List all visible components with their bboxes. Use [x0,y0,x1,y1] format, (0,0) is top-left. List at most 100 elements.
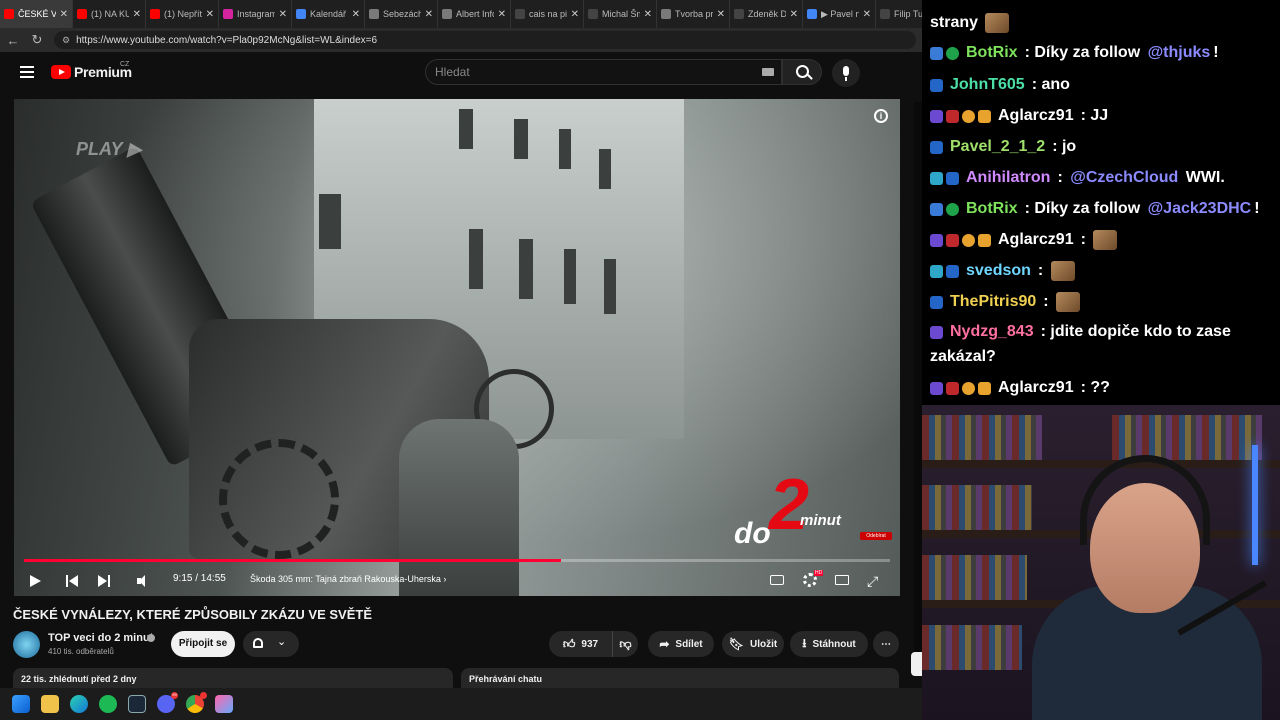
tab-cais[interactable]: cais na pivo ✕ [511,0,584,28]
close-tab-icon[interactable]: ✕ [717,9,725,20]
side-panel-handle[interactable] [911,652,922,676]
search-input[interactable]: Hledat [425,59,782,85]
channel-name[interactable]: TOP veci do 2 minut [48,632,153,644]
windows-start-icon[interactable] [12,695,30,713]
copilot-icon[interactable] [215,695,233,713]
tab-title: Michal Šmíd [602,9,640,19]
browser-tab-strip: ČESKÉ VYNÁLEZY ✕ (1) NA KUS ŘEČI ✕ (1) Nep… [0,0,922,28]
back-icon[interactable]: ← [6,33,20,48]
microphone-button[interactable] [832,59,860,87]
tab-albert[interactable]: Albert Info ✕ [438,0,511,28]
theater-mode-icon[interactable] [835,575,849,585]
more-actions-button[interactable]: ⋯ [873,631,899,657]
volume-icon[interactable] [137,575,149,587]
time-display: 9:15 / 14:55 [173,573,226,584]
tab-tvorba[interactable]: Tvorba pro ✕ [657,0,730,28]
tab-title: (1) Nepřítel [164,9,202,19]
chat-message: Aglarcz91: [930,230,1118,250]
tab-kalendar[interactable]: Kalendář ✕ [292,0,365,28]
building-window [559,129,571,169]
edge-browser-icon[interactable] [70,695,88,713]
tab-ceske-vynalezy[interactable]: ČESKÉ VYNÁLEZY ✕ [0,0,73,28]
share-button[interactable]: ➦ Sdílet [648,631,714,657]
close-tab-icon[interactable]: ✕ [206,9,214,20]
discord-icon[interactable]: 99 [157,692,178,713]
building-window [519,239,533,299]
subtitles-icon[interactable] [770,575,784,585]
chat-nick: Aglarcz91 [998,379,1074,396]
like-button[interactable]: 👍︎ 937 [549,631,612,657]
search-button[interactable] [782,59,822,85]
number-one-badge-icon [962,109,975,123]
emote-icon [985,13,1010,33]
tab-instagram[interactable]: Instagram ✕ [219,0,292,28]
info-icon[interactable]: i [874,109,888,123]
channel-avatar[interactable] [13,631,40,658]
fullscreen-icon[interactable]: ⤢ [867,573,878,593]
tab-michal[interactable]: Michal Šmíd ✕ [584,0,657,28]
keyboard-icon[interactable] [762,68,774,76]
building-window [514,119,528,159]
close-tab-icon[interactable]: ✕ [133,9,141,20]
spotify-icon[interactable] [99,695,117,713]
close-tab-icon[interactable]: ✕ [498,9,506,20]
download-button[interactable]: ⭳ Stáhnout [790,631,868,657]
subscribe-watermark[interactable]: Odebírat [860,532,892,540]
reload-icon[interactable]: ↻ [30,32,44,48]
chat-text: zakázal? [930,348,996,365]
youtube-header: Premium CZ Hledat [0,52,922,92]
stream-chat-overlay: strany BotRix: Díky za follow @thjuks! J… [922,0,1280,405]
tab-title: Albert Info [456,9,494,19]
close-tab-icon[interactable]: ✕ [644,9,652,20]
close-tab-icon[interactable]: ✕ [425,9,433,20]
headphones [1080,455,1210,545]
notification-bell-button[interactable]: ⌄ [243,631,299,657]
tab-filip[interactable]: Filip Turek✕ [876,0,922,28]
progress-bar[interactable] [24,559,890,562]
youtube-logo-icon[interactable] [51,65,71,79]
hd-badge: HD [814,570,824,576]
close-tab-icon[interactable]: ✕ [60,9,68,20]
books [922,415,1042,460]
tab-sebezachovne[interactable]: Sebezáchovné ✕ [365,0,438,28]
calendar-favicon-icon [296,9,306,19]
dislike-button[interactable]: 👎︎ [612,631,638,657]
close-tab-icon[interactable]: ✕ [352,9,360,20]
close-tab-icon[interactable]: ✕ [863,9,871,20]
previous-button[interactable] [66,575,78,587]
next-button[interactable] [98,575,110,587]
chrome-icon[interactable] [186,692,207,713]
close-tab-icon[interactable]: ✕ [279,9,287,20]
chat-text: WWI. [1181,169,1225,186]
chat-nick: Aglarcz91 [998,231,1074,248]
tab-nepritel[interactable]: (1) Nepřítel ✕ [146,0,219,28]
steam-icon[interactable] [128,695,146,713]
crown-badge-icon [978,109,991,123]
share-icon: ➦ [659,637,670,651]
tab-na-kus-reci[interactable]: (1) NA KUS ŘEČI ✕ [73,0,146,28]
close-tab-icon[interactable]: ✕ [790,9,798,20]
chapter-title[interactable]: Škoda 305 mm: Tajná zbraň Rakouska-Uhers… [250,574,446,594]
join-button[interactable]: Připojit se [171,631,235,657]
chat-message: Anihilatron: @CzechCloud WWI. [930,169,1225,187]
channel-logo-2: 2 [769,465,810,545]
chat-text: : Díky za follow [1024,44,1145,61]
chat-message: JohnT605: ano [930,76,1070,94]
close-tab-icon[interactable]: ✕ [571,9,579,20]
building-window [599,149,611,189]
page-scrollbar[interactable] [914,102,922,652]
chat-text: : [1057,169,1068,186]
tab-title: Kalendář [310,9,347,19]
tab-zdenek[interactable]: Zdeněk D ✕ [730,0,803,28]
url-field[interactable]: ⚙ https://www.youtube.com/watch?v=Pla0p9… [54,31,916,49]
site-info-icon[interactable]: ⚙ [62,35,70,46]
menu-icon[interactable] [20,66,34,78]
tab-pavel[interactable]: ▶ Pavel ne ✕ [803,0,876,28]
tab-title: ▶ Pavel ne [821,8,859,19]
more-dots-icon: ⋯ [881,638,891,650]
file-explorer-icon[interactable] [41,695,59,713]
video-player[interactable]: PLAY ▶ i 2 do minut Odebírat 9:15 / 14:5… [14,99,900,596]
play-button[interactable] [30,575,41,587]
save-button[interactable]: 🔖︎ Uložit [722,631,784,657]
save-label: Uložit [750,638,778,650]
